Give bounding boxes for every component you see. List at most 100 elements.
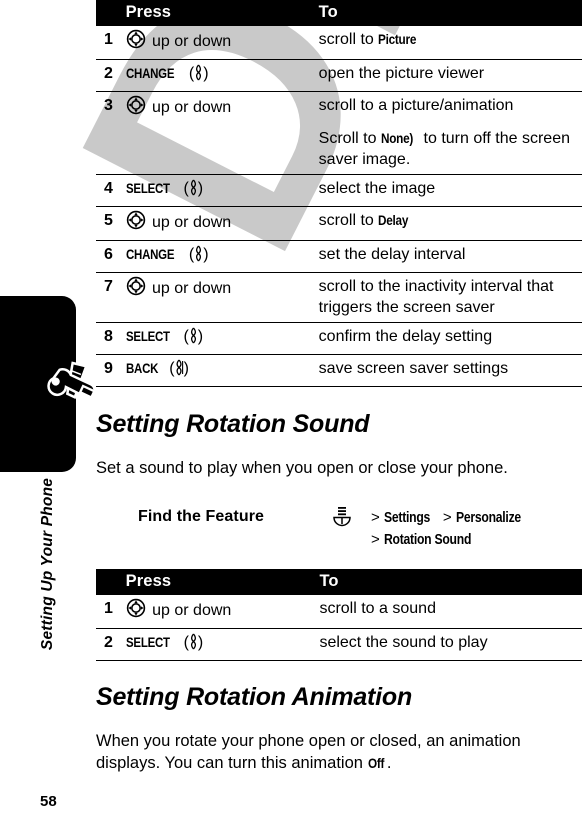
column-header-to: To (319, 569, 582, 595)
table-row: 9 BACK () save screen saver settings (96, 354, 582, 387)
step-number: 8 (96, 322, 126, 355)
body-pre: When you rotate your phone open or close… (96, 732, 521, 772)
find-the-feature-path: > Settings > Personalize > Rotation Soun… (371, 507, 582, 551)
right-soft-key-icon (194, 245, 203, 266)
step-to-note: Scroll to None) to turn off the screen s… (318, 125, 582, 175)
step-number: 1 (96, 26, 126, 60)
softkey-label: SELECT (125, 328, 170, 344)
softkey-label: CHANGE (125, 246, 175, 262)
step-to: select the image (318, 174, 582, 207)
softkey-paren-close: ) (183, 360, 189, 377)
softkey-paren-close: ) (203, 246, 209, 263)
softkey-label: BACK (125, 360, 158, 376)
table-row: 7 up or down scroll to the inactivity in… (96, 272, 582, 323)
softkey-paren-close: ) (197, 634, 204, 651)
table-row: 1 up or down scroll to a sound (96, 595, 582, 629)
section-heading-rotation-sound: Setting Rotation Sound (96, 410, 370, 438)
section-heading-rotation-animation: Setting Rotation Animation (96, 683, 413, 711)
column-header-number (96, 569, 126, 595)
main-column: Press To 1 up or down scroll to Picture … (96, 0, 582, 774)
navigation-key-icon (126, 210, 150, 234)
left-soft-key-icon (175, 359, 184, 380)
step-press-text: up or down (152, 33, 232, 50)
rotation-sound-steps-table: Press To 1 up or down scroll to a sound … (96, 569, 582, 661)
navigation-key-icon (126, 598, 150, 622)
page-number: 58 (40, 793, 57, 810)
step-number: 9 (96, 354, 126, 387)
step-to: open the picture viewer (318, 59, 582, 92)
to-pre: scroll to a picture/animation (318, 97, 514, 114)
step-number: 6 (96, 240, 126, 273)
softkey-label: SELECT (125, 180, 170, 196)
manual-page: Setting Up Your Phone 58 Press To 1 up o… (0, 0, 582, 823)
table-row: 5 up or down scroll to Delay (96, 206, 582, 241)
step-to: select the sound to play (319, 628, 582, 661)
step-press-text: up or down (152, 602, 232, 619)
screensaver-steps-table: Press To 1 up or down scroll to Picture … (96, 0, 582, 387)
step-number: 3 (104, 97, 113, 114)
chapter-label: Setting Up Your Phone (39, 477, 56, 651)
navigation-key-icon (126, 95, 150, 119)
ui-term: Delay (378, 212, 409, 228)
step-press-text: up or down (152, 280, 232, 297)
right-soft-key-icon (189, 327, 198, 348)
step-to: set the delay interval (318, 240, 582, 273)
softkey-label: CHANGE (125, 65, 175, 81)
step-press-text: up or down (152, 214, 232, 231)
step-press: up or down (126, 92, 319, 126)
table-header-row: Press To (96, 569, 582, 595)
step-to: save screen saver settings (318, 354, 582, 387)
step-number: 4 (96, 174, 126, 207)
step-press-text: up or down (152, 99, 232, 116)
table-row: 8 SELECT () confirm the delay setting (96, 322, 582, 355)
step-press: up or down (125, 272, 319, 323)
step-press: CHANGE () (125, 240, 319, 273)
step-press: up or down (125, 26, 319, 60)
table-row: 3 up or down scroll to a picture/animati… (96, 92, 582, 126)
path-separator-3: > (371, 531, 380, 548)
ui-term: Picture (378, 31, 417, 47)
column-header-to: To (318, 0, 582, 26)
step-press: BACK () (125, 354, 319, 387)
navigation-key-icon (126, 276, 150, 300)
menu-key-icon (331, 505, 353, 532)
right-soft-key-icon (194, 64, 203, 85)
to-pre: open the picture viewer (318, 65, 485, 82)
table-row: 1 up or down scroll to Picture (96, 26, 582, 60)
path-separator-1: > (371, 509, 380, 526)
wrench-screwdriver-icon (38, 356, 100, 418)
table-row: 2 CHANGE () open the picture viewer (96, 59, 582, 92)
find-the-feature: Find the Feature > Settings > Personaliz… (96, 505, 582, 561)
path-item-rotation-sound: Rotation Sound (383, 532, 472, 548)
navigation-key-icon (126, 29, 150, 53)
step-press: SELECT () (125, 322, 319, 355)
step-to: scroll to Delay (318, 206, 582, 241)
ui-term-off: Off (367, 755, 384, 771)
softkey-label: SELECT (125, 634, 170, 650)
to-pre: Scroll to (318, 130, 381, 147)
softkey-paren-close: ) (197, 180, 204, 197)
step-press: SELECT () (125, 628, 320, 661)
table-row: 2 SELECT () select the sound to play (96, 628, 582, 661)
step-number: 1 (96, 595, 126, 629)
path-item-settings: Settings (383, 510, 430, 526)
step-to: scroll to a picture/animation (319, 92, 582, 126)
column-header-press: Press (125, 0, 319, 26)
find-the-feature-label: Find the Feature (138, 508, 265, 525)
step-press: up or down (125, 206, 319, 241)
to-pre: scroll to (318, 212, 379, 229)
to-pre: scroll to (318, 31, 379, 48)
softkey-paren-close: ) (203, 65, 209, 82)
body-post: . (386, 754, 392, 772)
table-row-continuation: Scroll to None) to turn off the screen s… (96, 125, 582, 175)
column-header-press: Press (125, 569, 320, 595)
step-press: CHANGE () (125, 59, 319, 92)
step-to: confirm the delay setting (318, 322, 582, 355)
step-number: 2 (96, 628, 126, 661)
step-number-blank (96, 125, 126, 175)
softkey-paren-close: ) (197, 328, 204, 345)
to-pre: set the delay interval (318, 246, 466, 263)
path-separator-2: > (442, 509, 452, 526)
section-body-rotation-animation: When you rotate your phone open or close… (96, 730, 582, 774)
step-number: 7 (96, 272, 126, 323)
